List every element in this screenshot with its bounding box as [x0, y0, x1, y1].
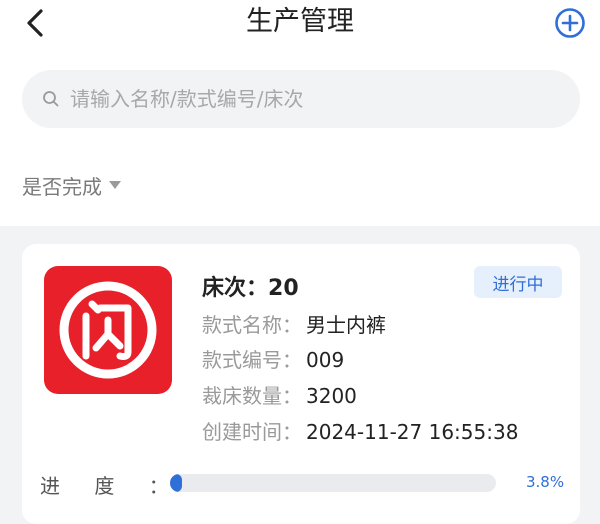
search-box[interactable] [22, 70, 580, 128]
bed-label: 床次： [202, 276, 269, 301]
field-label: 创建时间： [202, 420, 302, 444]
bed-number: 床次：20 [202, 270, 299, 302]
field-value: 009 [306, 348, 345, 372]
field-label: 裁床数量： [202, 384, 302, 408]
field-created-time: 创建时间： 2024-11-27 16:55:38 [202, 419, 518, 445]
caret-down-icon [109, 181, 121, 189]
progress-label: 进 度 ： [40, 474, 183, 498]
nav-bar: 生产管理 [0, 0, 600, 46]
field-label: 款式名称： [202, 313, 302, 337]
filter-label: 是否完成 [22, 174, 102, 199]
progress-fill [170, 474, 183, 492]
progress-percent: 3.8% [526, 473, 565, 491]
field-cut-quantity: 裁床数量： 3200 [202, 383, 357, 409]
field-value: 3200 [306, 384, 357, 408]
logo-mark [59, 281, 157, 379]
search-icon [43, 91, 59, 107]
field-style-name: 款式名称： 男士内裤 [202, 312, 386, 338]
plus-circle-icon [555, 8, 585, 38]
add-button[interactable] [552, 5, 588, 41]
production-card[interactable]: 床次：20 进行中 款式名称： 男士内裤 款式编号： 009 裁床数量： 3200 创… [22, 244, 580, 524]
status-badge: 进行中 [474, 266, 562, 298]
search-input[interactable] [70, 87, 550, 111]
bed-value: 20 [268, 276, 299, 301]
page-title: 生产管理 [246, 6, 354, 37]
top-panel: 生产管理 是否完成 [0, 0, 600, 226]
completion-filter-dropdown[interactable]: 是否完成 [22, 170, 122, 200]
field-value: 2024-11-27 16:55:38 [306, 420, 519, 444]
shan-logo-icon [44, 266, 172, 394]
field-label: 款式编号： [202, 348, 302, 372]
field-style-code: 款式编号： 009 [202, 347, 344, 373]
field-value: 男士内裤 [306, 313, 386, 337]
progress-bar [170, 474, 496, 492]
